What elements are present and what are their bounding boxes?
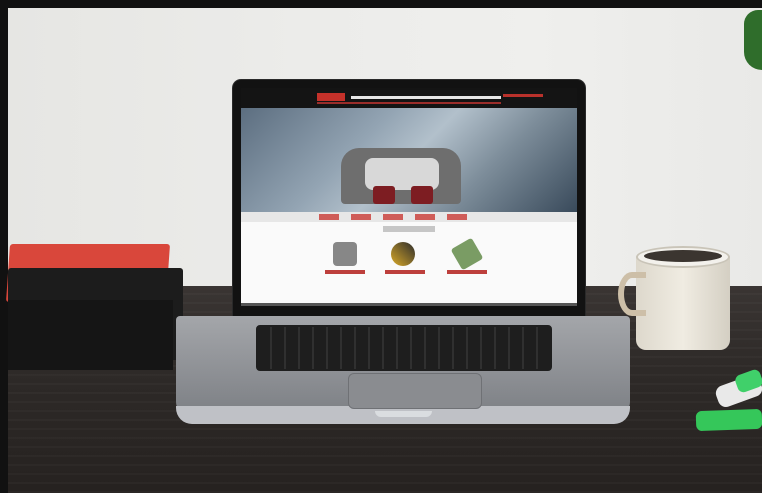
website-nav xyxy=(241,88,577,108)
frame-left xyxy=(0,0,8,493)
content-heading xyxy=(383,226,435,232)
laptop-notch xyxy=(375,411,432,417)
plant-leaf xyxy=(744,10,762,70)
mug xyxy=(618,246,736,350)
nav-search-bar xyxy=(351,96,501,99)
mug-handle xyxy=(618,272,646,316)
frame-top xyxy=(0,0,762,8)
feature-label-2 xyxy=(385,270,425,274)
feature-icon-1 xyxy=(333,242,357,266)
website-tab-bar xyxy=(241,212,577,222)
feature-icon-3 xyxy=(450,237,484,271)
hero-banner xyxy=(241,108,577,212)
tab xyxy=(415,214,435,220)
laptop-trackpad xyxy=(348,373,482,409)
tab xyxy=(351,214,371,220)
photo-scene xyxy=(0,0,762,493)
nav-menu-link xyxy=(503,94,543,97)
tab xyxy=(447,214,467,220)
black-book-bottom xyxy=(8,300,173,370)
feature-label-3 xyxy=(447,270,487,274)
laptop-screen xyxy=(241,88,577,306)
highlighter-green xyxy=(695,408,762,432)
hero-car-light-left xyxy=(373,186,395,204)
mug-body xyxy=(636,254,730,350)
website-content xyxy=(241,222,577,306)
tab xyxy=(319,214,339,220)
website-logo xyxy=(317,93,345,101)
hero-car-light-right xyxy=(411,186,433,204)
feature-label-1 xyxy=(325,270,365,274)
mug-coffee xyxy=(644,250,722,262)
screen-bottom-bezel xyxy=(241,303,577,306)
feature-icon-2 xyxy=(391,242,415,266)
tab xyxy=(383,214,403,220)
nav-underline xyxy=(317,102,501,104)
laptop-keyboard xyxy=(256,325,552,371)
